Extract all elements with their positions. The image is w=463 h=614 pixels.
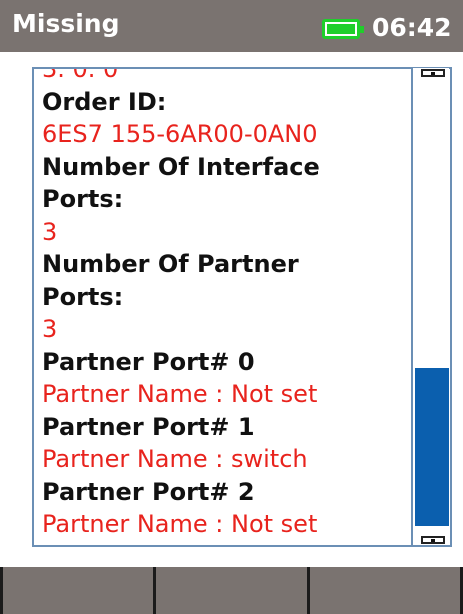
screen-title: Missing [12,9,120,38]
battery-icon [322,19,364,39]
scroll-down-arrow-icon[interactable] [421,536,445,544]
partner-port-2-name: Partner Name : Not set [42,510,318,538]
softkey-1[interactable] [0,567,157,614]
partner-port-0-label: Partner Port# 0 [42,347,255,376]
interface-ports-label-cont: Ports: [42,185,124,213]
interface-ports-value: 3 [42,217,58,246]
order-id-label: Order ID: [42,87,167,116]
softkey-bar [0,567,463,614]
partner-ports-label-cont: Ports: [42,282,124,311]
order-id-value: 6ES7 155-6AR00-0AN0 [42,120,318,148]
scroll-up-arrow-icon[interactable] [421,69,445,77]
softkey-3[interactable] [310,567,463,614]
partner-ports-value: 3 [42,315,58,343]
softkey-2[interactable] [156,567,310,614]
partner-port-1-name: Partner Name : switch [42,445,308,473]
partner-ports-label: Number Of Partner [42,250,299,278]
details-list: 3. 0. 0 Order ID: 6ES7 155-6AR00-0AN0 Nu… [42,67,412,541]
partner-port-2-label: Partner Port# 2 [42,477,255,506]
firmware-version-value: 3. 0. 0 [42,67,119,83]
vertical-scrollbar[interactable] [411,68,449,545]
clock-time: 06:42 [372,13,452,42]
interface-ports-label: Number Of Interface [42,152,320,181]
battery-level-fill [327,24,355,34]
partner-port-0-name: Partner Name : Not set [42,380,318,408]
scroll-thumb[interactable] [415,368,449,526]
partner-port-1-label: Partner Port# 1 [42,412,255,441]
title-bar: Missing 06:42 [0,0,463,52]
details-panel[interactable]: 3. 0. 0 Order ID: 6ES7 155-6AR00-0AN0 Nu… [32,67,452,547]
